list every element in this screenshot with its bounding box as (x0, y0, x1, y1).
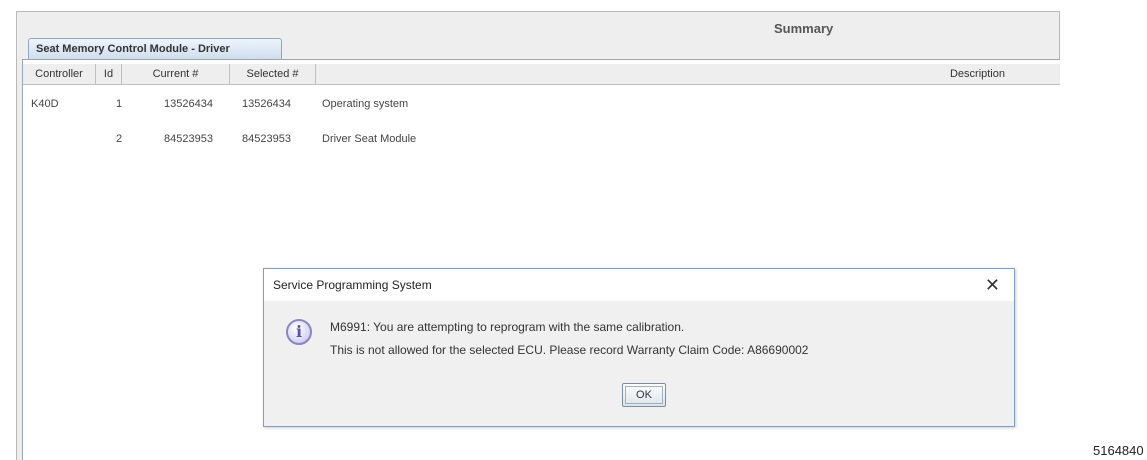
cell-selected: 84523953 (242, 133, 291, 145)
info-icon: i (286, 319, 312, 345)
service-programming-dialog: Service Programming System ✕ i M6991: Yo… (263, 268, 1015, 427)
cell-current: 13526434 (164, 98, 213, 110)
image-id-label: 5164840 (1093, 443, 1144, 458)
cell-id: 1 (116, 98, 123, 110)
column-header-controller[interactable]: Controller (23, 64, 96, 84)
tab-seat-memory-control-module-driver[interactable]: Seat Memory Control Module - Driver (28, 38, 282, 59)
close-icon[interactable]: ✕ (985, 274, 1000, 296)
column-header-current[interactable]: Current # (122, 64, 230, 84)
cell-description: Driver Seat Module (322, 133, 417, 145)
cell-id: 2 (116, 133, 123, 145)
column-header-description[interactable]: Description (316, 64, 1060, 84)
summary-title: Summary (774, 21, 834, 36)
dialog-titlebar[interactable]: Service Programming System ✕ (264, 269, 1014, 301)
column-header-selected[interactable]: Selected # (230, 64, 316, 84)
cell-description: Operating system (322, 98, 409, 110)
cell-selected: 13526434 (242, 98, 291, 110)
ok-button[interactable]: OK (622, 383, 666, 407)
dialog-message-line-1: M6991: You are attempting to reprogram w… (330, 320, 685, 334)
dialog-message-line-2: This is not allowed for the selected ECU… (330, 343, 809, 357)
cell-current: 84523953 (164, 133, 213, 145)
column-header-id[interactable]: Id (96, 64, 122, 84)
cell-controller: K40D (31, 98, 59, 110)
table-header: Controller Id Current # Selected # Descr… (23, 64, 1060, 85)
dialog-title: Service Programming System (273, 278, 432, 292)
